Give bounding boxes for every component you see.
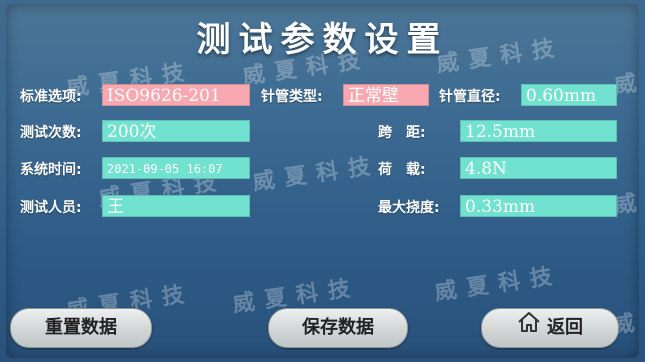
back-button-label: 返回 (547, 317, 583, 338)
screen-panel: 测试参数设置 威夏科技 威夏科技 威夏科技 威夏科技 威夏科技 威夏科技 威夏科… (6, 4, 645, 358)
watermark: 威夏科技 (251, 153, 382, 196)
span-field[interactable]: 12.5mm (460, 120, 617, 142)
needle-type-field[interactable]: 正常壁 (343, 84, 429, 106)
standard-label: 标准选项: (20, 89, 82, 105)
save-data-button[interactable]: 保存数据 (268, 308, 408, 348)
span-label: 跨 距: (378, 125, 426, 141)
tester-label: 测试人员: (20, 200, 82, 216)
test-count-field[interactable]: 200次 (102, 120, 250, 142)
save-button-label: 保存数据 (302, 317, 374, 338)
system-time-label: 系统时间: (20, 162, 82, 178)
watermark: 威夏科技 (433, 263, 564, 306)
standard-field[interactable]: ISO9626-201 (102, 84, 250, 106)
needle-diameter-label: 针管直径: (439, 89, 501, 105)
home-icon (517, 309, 541, 347)
max-deflection-field[interactable]: 0.33mm (460, 195, 617, 217)
page-title: 测试参数设置 (196, 20, 449, 60)
system-time-field[interactable]: 2021-09-05 16:07 (102, 157, 250, 179)
needle-diameter-field[interactable]: 0.60mm (521, 84, 617, 106)
reset-button-label: 重置数据 (45, 317, 117, 338)
test-count-label: 测试次数: (20, 125, 82, 141)
load-label: 荷 载: (378, 162, 426, 178)
needle-type-label: 针管类型: (261, 89, 323, 105)
tester-field[interactable]: 王 (102, 195, 250, 217)
reset-data-button[interactable]: 重置数据 (10, 308, 152, 348)
load-field[interactable]: 4.8N (460, 157, 617, 179)
back-button[interactable]: 返回 (481, 308, 619, 348)
max-deflection-label: 最大挠度: (378, 200, 440, 216)
